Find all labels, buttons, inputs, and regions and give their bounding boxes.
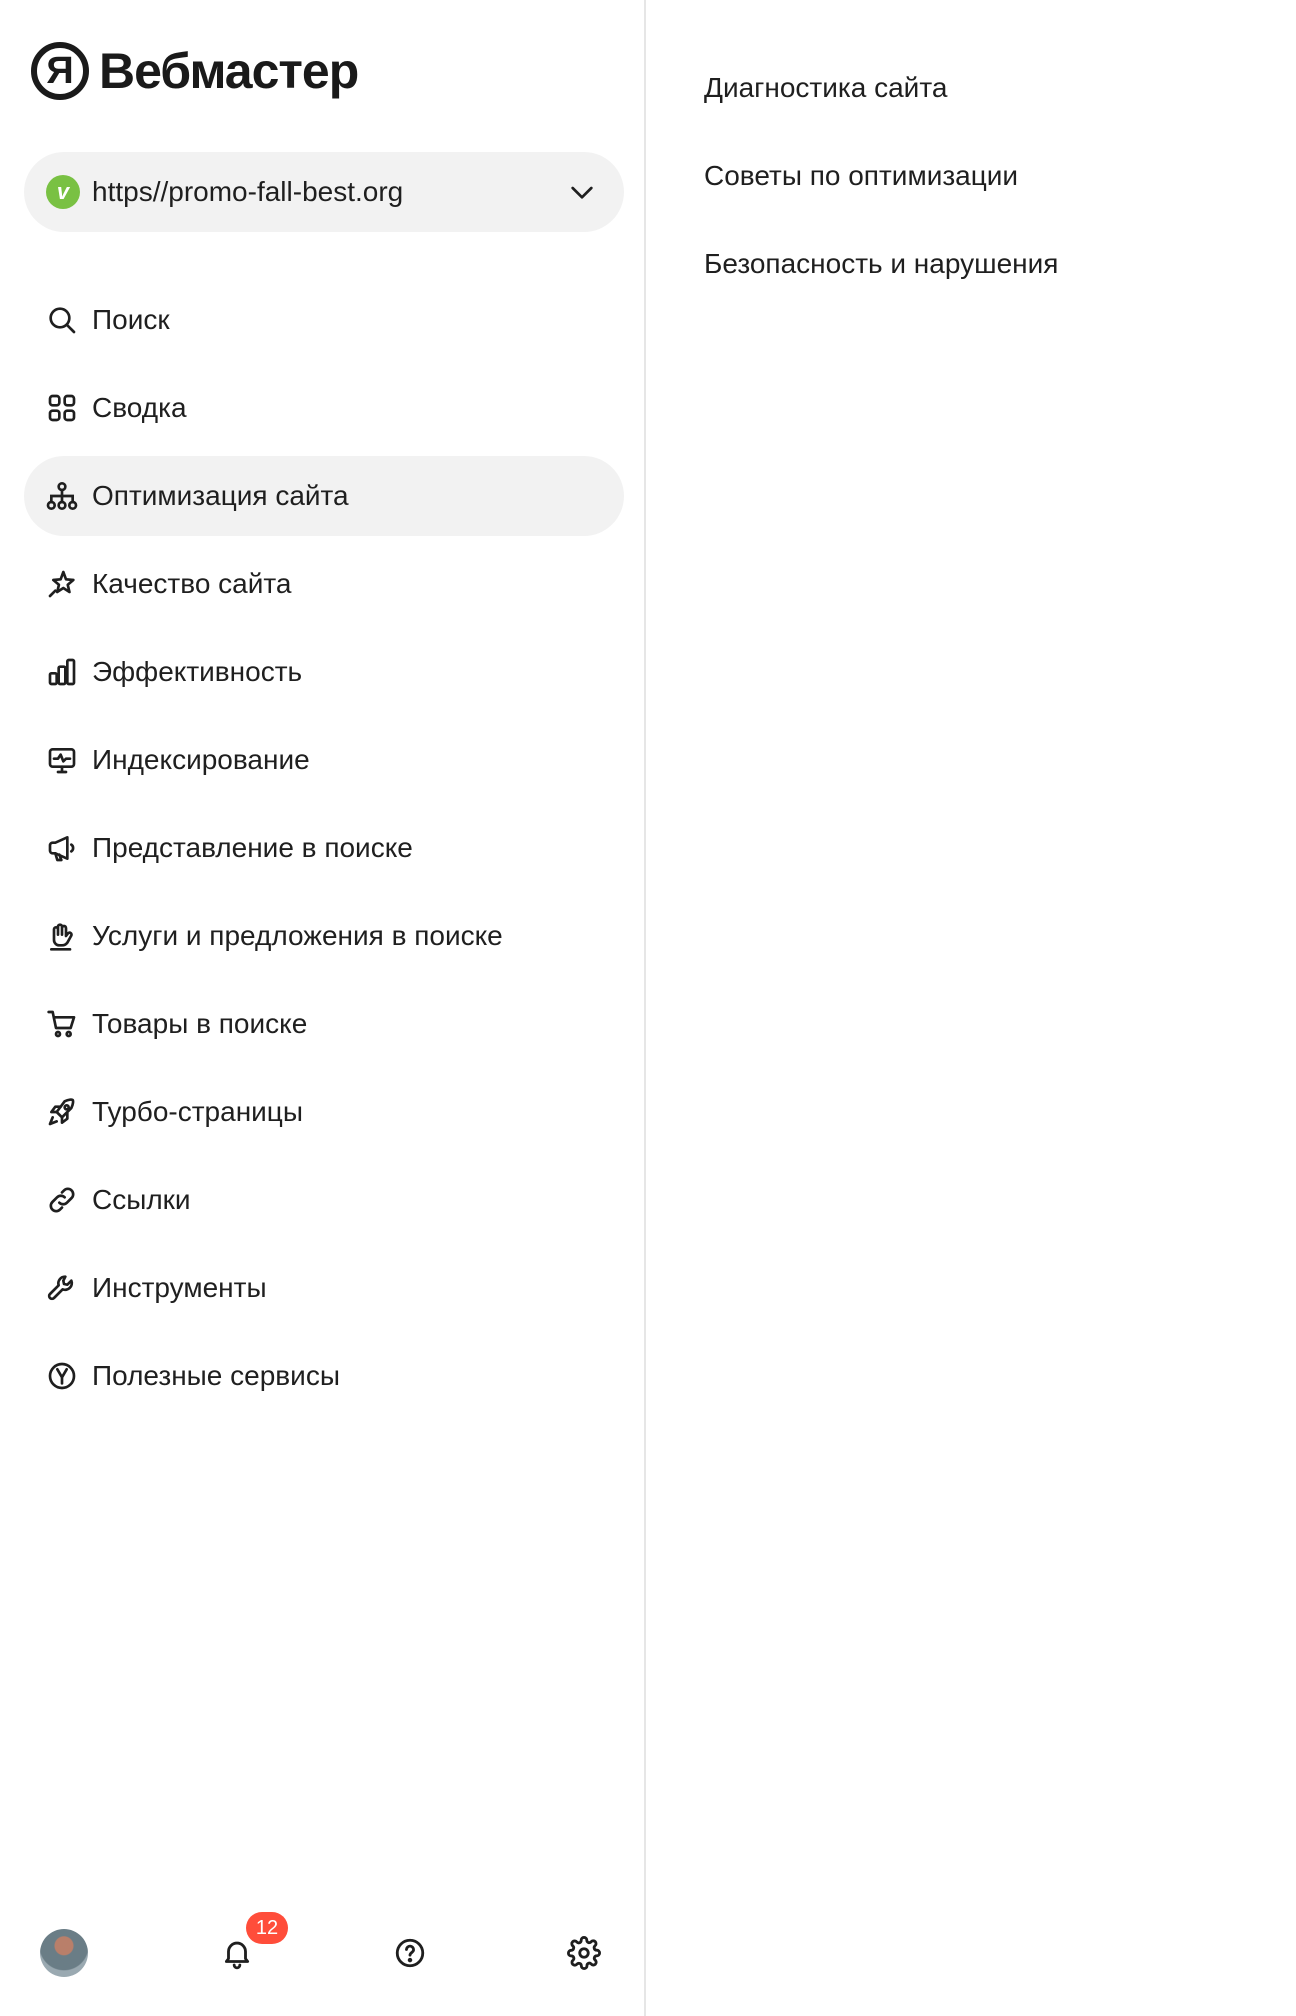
nav-item-site-optimization[interactable]: Оптимизация сайта bbox=[24, 456, 624, 536]
logo-text: Вебмастер bbox=[99, 43, 359, 99]
submenu-item-optimization-tips[interactable]: Советы по оптимизации bbox=[704, 148, 1058, 236]
submenu-item-diagnostics[interactable]: Диагностика сайта bbox=[704, 60, 1058, 148]
nav-label: Сводка bbox=[92, 392, 187, 423]
nav-item-indexing[interactable]: Индексирование bbox=[24, 720, 624, 800]
nav-label: Инструменты bbox=[92, 1272, 267, 1303]
nav-label: Турбо-страницы bbox=[92, 1096, 303, 1127]
help-icon[interactable] bbox=[393, 1936, 427, 1970]
nav-label: Поиск bbox=[92, 304, 170, 335]
bar-chart-icon bbox=[46, 656, 78, 688]
nav-label: Индексирование bbox=[92, 744, 310, 775]
nav-label: Представление в поиске bbox=[92, 832, 413, 863]
nav-item-search[interactable]: Поиск bbox=[24, 280, 624, 360]
wrench-icon bbox=[46, 1272, 78, 1304]
site-selector[interactable]: v https//promo-fall-best.org bbox=[24, 152, 624, 232]
gear-icon[interactable] bbox=[567, 1936, 601, 1970]
link-icon bbox=[46, 1184, 78, 1216]
nav-item-products[interactable]: Товары в поиске bbox=[24, 984, 624, 1064]
yandex-services-icon bbox=[46, 1360, 78, 1392]
sidebar: Я Вебмастер v https//promo-fall-best.org… bbox=[0, 0, 646, 2016]
chevron-down-icon bbox=[571, 186, 593, 199]
submenu: Диагностика сайта Советы по оптимизации … bbox=[704, 60, 1058, 324]
search-icon bbox=[46, 304, 78, 336]
monitor-pulse-icon bbox=[46, 744, 78, 776]
nav-item-search-appearance[interactable]: Представление в поиске bbox=[24, 808, 624, 888]
megaphone-icon bbox=[46, 832, 78, 864]
bottom-bar: 12 bbox=[0, 1912, 644, 1984]
nav-item-site-quality[interactable]: Качество сайта bbox=[24, 544, 624, 624]
nav-label: Эффективность bbox=[92, 656, 303, 687]
yandex-logo-icon: Я bbox=[31, 42, 89, 100]
site-favicon-icon: v bbox=[46, 175, 80, 209]
nav-item-tools[interactable]: Инструменты bbox=[24, 1248, 624, 1328]
main-nav: Поиск Сводка Оптимизация сайта Качество … bbox=[24, 280, 624, 1424]
site-url: https//promo-fall-best.org bbox=[92, 176, 404, 207]
user-avatar[interactable] bbox=[40, 1929, 88, 1977]
nav-label: Услуги и предложения в поиске bbox=[92, 920, 503, 951]
nav-label: Товары в поиске bbox=[92, 1008, 308, 1039]
nav-label: Полезные сервисы bbox=[92, 1360, 340, 1391]
sparkle-star-icon bbox=[46, 568, 78, 600]
notification-badge: 12 bbox=[246, 1912, 288, 1944]
nav-item-summary[interactable]: Сводка bbox=[24, 368, 624, 448]
nav-label: Оптимизация сайта bbox=[92, 480, 349, 511]
bell-icon[interactable] bbox=[220, 1936, 254, 1970]
nav-label: Ссылки bbox=[92, 1184, 191, 1215]
cart-icon bbox=[46, 1008, 78, 1040]
nav-item-efficiency[interactable]: Эффективность bbox=[24, 632, 624, 712]
grid-icon bbox=[46, 392, 78, 424]
nav-item-services[interactable]: Услуги и предложения в поиске bbox=[24, 896, 624, 976]
sitemap-icon bbox=[46, 480, 78, 512]
nav-item-useful-services[interactable]: Полезные сервисы bbox=[24, 1336, 624, 1416]
rocket-icon bbox=[46, 1096, 78, 1128]
nav-item-links[interactable]: Ссылки bbox=[24, 1160, 624, 1240]
submenu-item-security[interactable]: Безопасность и нарушения bbox=[704, 236, 1058, 324]
nav-label: Качество сайта bbox=[92, 568, 292, 599]
logo[interactable]: Я Вебмастер bbox=[31, 38, 359, 104]
hand-icon bbox=[46, 920, 78, 952]
nav-item-turbo-pages[interactable]: Турбо-страницы bbox=[24, 1072, 624, 1152]
